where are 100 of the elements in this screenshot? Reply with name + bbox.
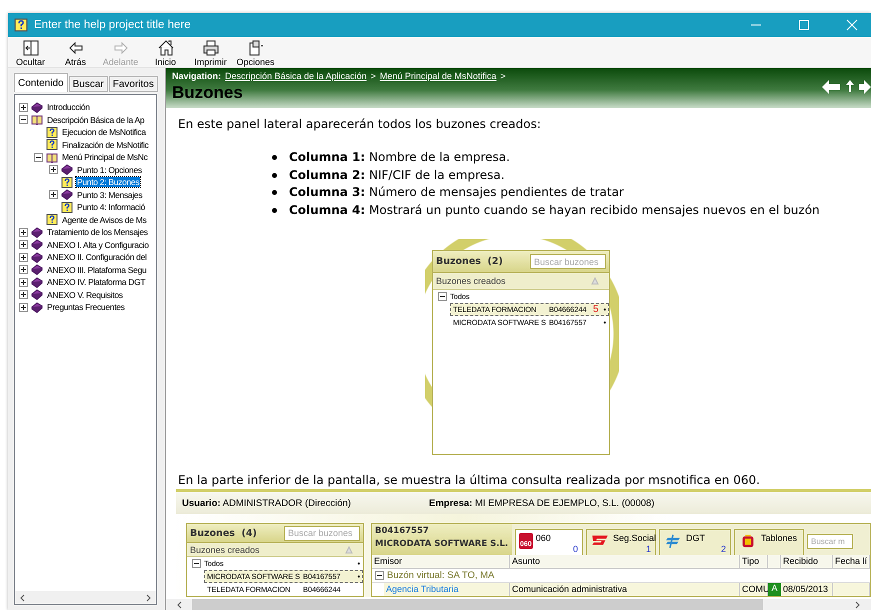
bullet-text: Columna 4: Mostrará un punto cuando se hayan recibido mensajes nuevos en el buzón [289, 202, 820, 218]
bullet-icon [272, 208, 277, 212]
tree-item[interactable]: Tratamiento de los Mensajes [46, 227, 149, 238]
panel-title: Buzones (4) [190, 528, 258, 538]
tree-item[interactable]: Punto 1: Opciones [76, 164, 143, 175]
service-tab[interactable]: DGT 2 [659, 529, 731, 555]
expand-icon[interactable] [19, 228, 28, 237]
breadcrumb-link[interactable]: Menú Principal de MsNotifica [380, 71, 496, 81]
bullet-text: Columna 1: Nombre de la empresa. [289, 149, 510, 166]
window-title: Enter the help project title here [34, 19, 192, 31]
nif-text: B04167557 [375, 526, 430, 536]
previous-arrow-icon[interactable] [821, 79, 841, 95]
expand-icon[interactable] [19, 265, 28, 274]
user-info-text: Usuario: ADMINISTRADOR (Dirección) [182, 498, 352, 508]
book-icon [31, 302, 43, 313]
tab[interactable]: Favoritos [108, 76, 158, 92]
search-field[interactable]: Buscar buzones [530, 254, 606, 269]
expand-icon[interactable] [19, 252, 28, 262]
service-tab[interactable]: Tablones [734, 529, 804, 555]
bullet-text: Columna 3: Número de mensajes pendientes de tratar [289, 184, 624, 201]
book-icon [61, 164, 73, 176]
expand-icon[interactable] [19, 302, 28, 312]
next-arrow-icon[interactable] [859, 79, 871, 95]
toolbar-button[interactable]: Imprimir [188, 37, 233, 67]
breadcrumb-link[interactable]: Descripción Básica de la Aplicación [225, 71, 367, 81]
close-icon[interactable] [846, 19, 858, 31]
tree-item[interactable]: Preguntas Frecuentes [46, 302, 126, 312]
tree-item[interactable]: ANEXO IV. Plataforma DGT [46, 277, 146, 288]
tree-item[interactable]: ANEXO II. Configuración del [46, 252, 148, 262]
description-text: En la parte inferior de la pantalla, se muestra la última consulta realizada por msnotifica en 060. [178, 473, 761, 487]
column-header: Recibido [781, 555, 833, 569]
up-arrow-icon[interactable] [845, 79, 855, 93]
tree-item[interactable]: Introducción [46, 102, 91, 112]
expand-icon[interactable] [19, 290, 28, 300]
panel-title: Buzones (2) [436, 256, 504, 267]
bullet-icon [272, 190, 277, 195]
navigation-label: Navigation: [172, 71, 222, 81]
collapse-icon[interactable] [19, 115, 28, 124]
tree-item[interactable]: Punto 3: Mensajes [76, 190, 144, 200]
tree-item[interactable]: ANEXO III. Plataforma Segu [46, 264, 148, 275]
expand-icon[interactable] [19, 240, 28, 250]
tree-item[interactable]: Descripción Básica de la Ap [46, 114, 146, 125]
tree-item[interactable]: Menú Principal de MsNc [61, 152, 149, 162]
help-icon [14, 18, 28, 32]
breadcrumb-separator: > [370, 71, 376, 81]
tree-item[interactable]: Punto 2: Buzones [76, 177, 140, 188]
column-header: Asunto [510, 555, 740, 569]
expand-icon[interactable] [49, 165, 58, 174]
tree-item[interactable]: Finalización de MsNotific [61, 140, 150, 150]
help-page-icon [46, 139, 58, 150]
scroll-right-icon[interactable] [853, 600, 861, 608]
toolbar-button[interactable]: Ocultar [8, 37, 53, 67]
topic-title: Buzones [172, 83, 244, 103]
table-cell [833, 583, 870, 596]
collapse-icon[interactable] [192, 559, 201, 568]
breadcrumb-separator: > [500, 71, 506, 81]
tree-item[interactable]: Punto 4: Informació [76, 202, 146, 212]
help-page-icon [46, 126, 58, 138]
toolbar-button[interactable]: Inicio [143, 37, 188, 67]
scroll-right-icon[interactable] [144, 594, 152, 602]
user-info-text: Empresa: MI EMPRESA DE EJEMPLO, S.L. (00008) [429, 498, 656, 508]
status-tag: A [768, 583, 781, 596]
bullet-text: Columna 2: NIF/CIF de la empresa. [289, 166, 505, 184]
company-name: MICRODATA SOFTWARE S.L. [375, 539, 509, 549]
toolbar-button[interactable]: Atrás [53, 37, 98, 67]
expand-icon[interactable] [19, 102, 28, 112]
book-icon [31, 226, 43, 238]
expand-icon[interactable] [19, 278, 28, 287]
help-page-icon [61, 202, 73, 213]
tree-item[interactable]: ANEXO I. Alta y Configuracio [46, 240, 150, 250]
column-header [768, 555, 781, 569]
collapse-icon[interactable] [34, 152, 43, 162]
pending-count: 5 [593, 304, 600, 315]
maximize-icon[interactable] [798, 19, 810, 31]
scroll-left-icon[interactable] [176, 600, 184, 608]
expand-icon[interactable] [49, 190, 58, 200]
tab[interactable]: Buscar [68, 76, 108, 92]
service-tab[interactable]: Seg.Social 1 [586, 529, 656, 555]
collapse-icon[interactable] [375, 571, 384, 580]
book-icon [31, 102, 43, 113]
help-page-icon [46, 214, 58, 226]
tree-item[interactable]: Agente de Avisos de Ms [61, 214, 148, 225]
open-book-icon [46, 152, 58, 163]
table-cell: 08/05/2013 [781, 583, 833, 596]
tree-item[interactable]: Ejecucion de MsNotifica [61, 127, 147, 138]
book-icon [31, 239, 43, 250]
search-field[interactable]: Buscar m [807, 534, 853, 549]
tab[interactable]: Contenido [14, 73, 68, 92]
column-header: Buzones creados [436, 276, 507, 286]
toolbar-button[interactable]: Opciones [233, 37, 278, 67]
open-book-icon [31, 114, 43, 126]
search-field[interactable]: Buscar buzones [284, 526, 360, 540]
bullet-icon [272, 155, 277, 160]
collapse-icon[interactable] [438, 292, 447, 301]
table-cell: Comunicación administrativa [510, 583, 740, 596]
scroll-left-icon[interactable] [19, 594, 27, 602]
sender-link[interactable]: Agencia Tributaria [384, 583, 510, 596]
tree-item[interactable]: ANEXO V. Requisitos [46, 290, 124, 300]
horizontal-scrollbar[interactable] [166, 599, 871, 610]
help-page-icon [61, 176, 73, 188]
